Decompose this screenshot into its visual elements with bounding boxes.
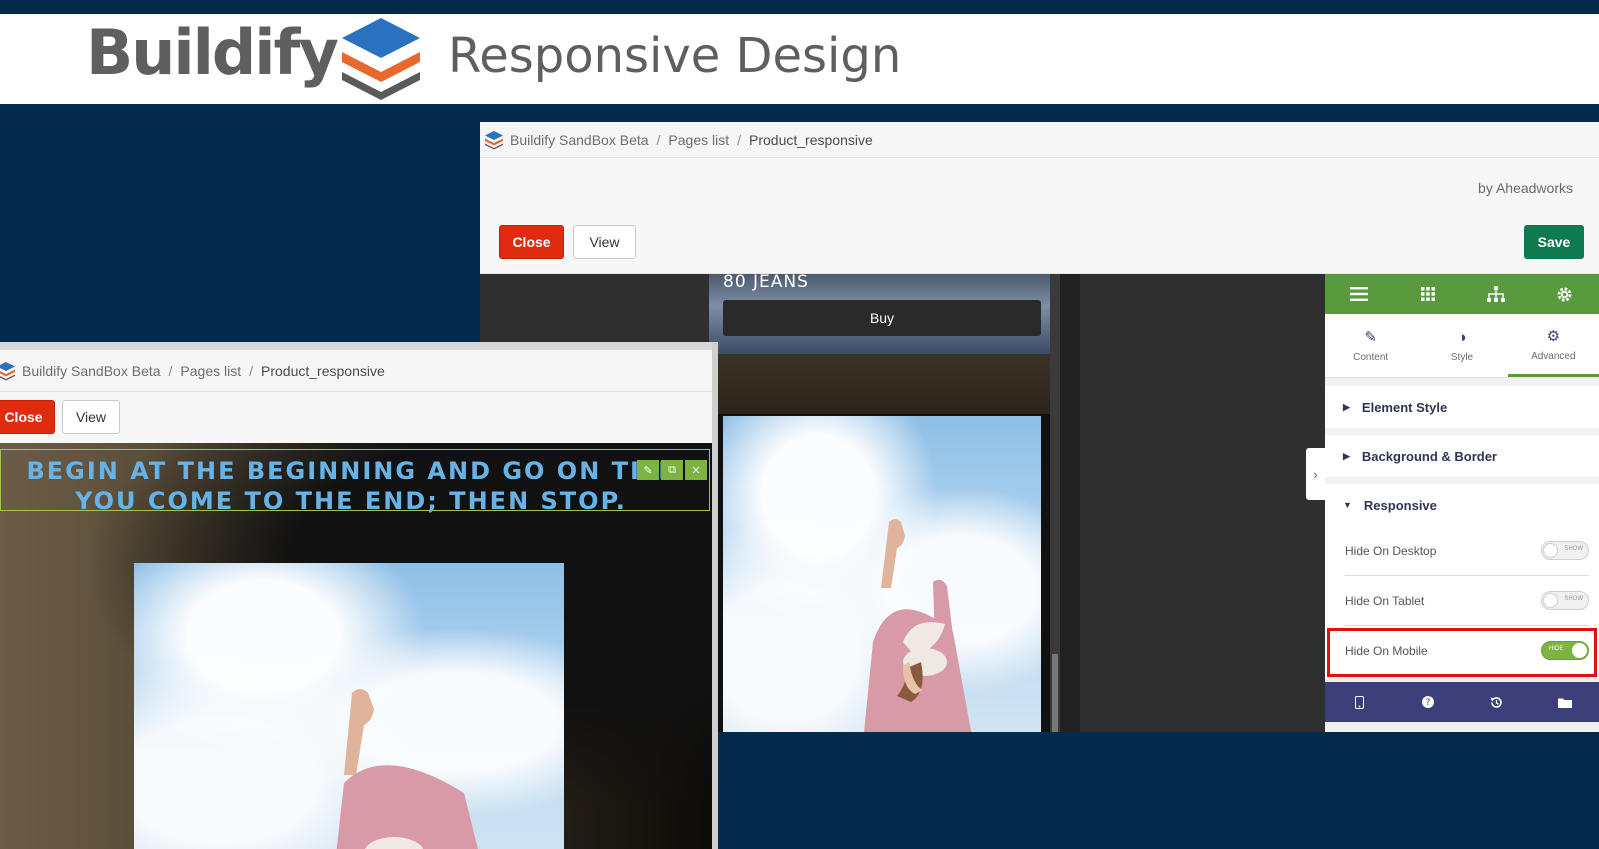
caret-right-icon: ▶	[1343, 401, 1350, 412]
section-background-border[interactable]: ▶ Background & Border	[1325, 435, 1599, 477]
editor-window-mobile: Buildify SandBox Beta / Pages list / Pro…	[0, 342, 718, 849]
tab-advanced[interactable]: ⚙ Advanced	[1507, 314, 1599, 377]
breadcrumb-separator: /	[737, 131, 742, 148]
hide-on-tablet-row: Hide On Tablet SHOW	[1325, 576, 1599, 626]
breadcrumb: Buildify SandBox Beta / Pages list / Pro…	[480, 122, 1599, 158]
pencil-icon: ✎	[1364, 329, 1377, 346]
duplicate-icon[interactable]: ⧉	[661, 460, 683, 480]
breadcrumb-pages-list[interactable]: Pages list	[668, 132, 729, 148]
toolbar: Close View Save	[480, 214, 1599, 274]
breadcrumb-pages-list[interactable]: Pages list	[180, 363, 241, 379]
breadcrumb-separator: /	[168, 362, 173, 379]
byline: by Aheadworks	[1478, 180, 1573, 196]
breadcrumb-root[interactable]: Buildify SandBox Beta	[22, 363, 161, 379]
mobile-preview: 80 JEANS Buy	[709, 274, 1051, 732]
banner-subtitle: Responsive Design	[448, 28, 902, 84]
breadcrumb: Buildify SandBox Beta / Pages list / Pro…	[0, 350, 712, 392]
section-label: Element Style	[1361, 399, 1448, 415]
view-button[interactable]: View	[62, 400, 120, 434]
panel-footer: ?	[1325, 682, 1599, 722]
svg-text:?: ?	[1425, 698, 1430, 708]
hide-on-tablet-toggle[interactable]: SHOW	[1541, 591, 1589, 610]
collapse-panel-icon[interactable]: ›	[1306, 448, 1325, 500]
history-icon[interactable]	[1462, 682, 1531, 722]
hide-on-desktop-row: Hide On Desktop SHOW	[1325, 526, 1599, 576]
tab-style[interactable]: ◑ Style	[1416, 314, 1507, 377]
panel-tabs: ✎ Content ◑ Style ⚙ Advanced	[1325, 314, 1599, 378]
widget-tools: ✎ ⧉ ✕	[637, 460, 707, 480]
folder-icon[interactable]	[1531, 682, 1599, 722]
edit-icon[interactable]: ✎	[637, 460, 659, 480]
product-title: 80 JEANS	[723, 274, 809, 292]
contrast-icon: ◑	[1457, 328, 1467, 346]
section-label: Responsive	[1363, 497, 1437, 513]
section-spacer	[709, 354, 1051, 414]
brand-name: Buildify	[86, 16, 339, 89]
settings-icon[interactable]	[1531, 274, 1599, 314]
breadcrumb-current: Product_responsive	[261, 362, 385, 379]
byline-bar: by Aheadworks	[480, 158, 1599, 214]
person-illustration	[864, 519, 972, 732]
panel-top-bar	[1325, 274, 1599, 314]
breadcrumb-separator: /	[656, 131, 661, 148]
menu-icon[interactable]	[1325, 274, 1394, 314]
buildify-logo-icon	[485, 130, 503, 149]
scrollbar-thumb[interactable]	[1052, 654, 1058, 732]
buildify-logo-icon	[342, 18, 420, 100]
row-label: Hide On Tablet	[1345, 594, 1425, 608]
buildify-logo-icon	[0, 361, 15, 380]
toolbar: Close View	[0, 392, 712, 443]
close-button[interactable]: Close	[499, 225, 564, 259]
heading-widget[interactable]: BEGIN AT THE BEGINNING AND GO ON TILL YO…	[0, 449, 710, 515]
highlight-box	[1327, 628, 1597, 677]
breadcrumb-current: Product_responsive	[749, 131, 873, 148]
tab-label: Style	[1450, 351, 1474, 363]
hero-image	[134, 563, 564, 849]
breadcrumb-separator: /	[249, 362, 254, 379]
caret-right-icon: ▶	[1343, 450, 1350, 461]
tab-content[interactable]: ✎ Content	[1325, 314, 1416, 377]
preview-canvas: BEGIN AT THE BEGINNING AND GO ON TILL YO…	[0, 443, 712, 849]
tab-label: Advanced	[1531, 350, 1576, 362]
help-icon[interactable]: ?	[1394, 682, 1463, 722]
breadcrumb-root[interactable]: Buildify SandBox Beta	[510, 132, 649, 148]
page-heading: BEGIN AT THE BEGINNING AND GO ON TILL YO…	[26, 457, 676, 515]
close-button[interactable]: Close	[0, 400, 55, 434]
section-responsive[interactable]: ▼ Responsive	[1325, 484, 1599, 526]
settings-panel: ✎ Content ◑ Style ⚙ Advanced ▶ Element S…	[1325, 274, 1599, 732]
window-scrollbar[interactable]	[712, 342, 718, 849]
sitemap-icon[interactable]	[1462, 274, 1531, 314]
canvas-divider	[1060, 274, 1080, 732]
view-button[interactable]: View	[573, 225, 636, 259]
banner: Buildify Responsive Design	[0, 14, 1599, 104]
row-label: Hide On Desktop	[1345, 544, 1437, 558]
section-element-style[interactable]: ▶ Element Style	[1325, 386, 1599, 428]
close-icon[interactable]: ✕	[685, 460, 707, 480]
hero-image	[723, 416, 1041, 732]
section-label: Background & Border	[1361, 448, 1497, 464]
caret-down-icon: ▼	[1343, 500, 1352, 510]
person-illustration	[336, 689, 478, 849]
hide-on-desktop-toggle[interactable]: SHOW	[1541, 541, 1589, 560]
product-banner: 80 JEANS Buy	[709, 274, 1051, 354]
tab-label: Content	[1353, 352, 1389, 363]
grid-icon[interactable]	[1394, 274, 1463, 314]
gear-icon: ⚙	[1546, 327, 1561, 345]
save-button[interactable]: Save	[1524, 225, 1584, 259]
mobile-icon[interactable]	[1325, 682, 1394, 722]
buy-button[interactable]: Buy	[723, 300, 1041, 336]
